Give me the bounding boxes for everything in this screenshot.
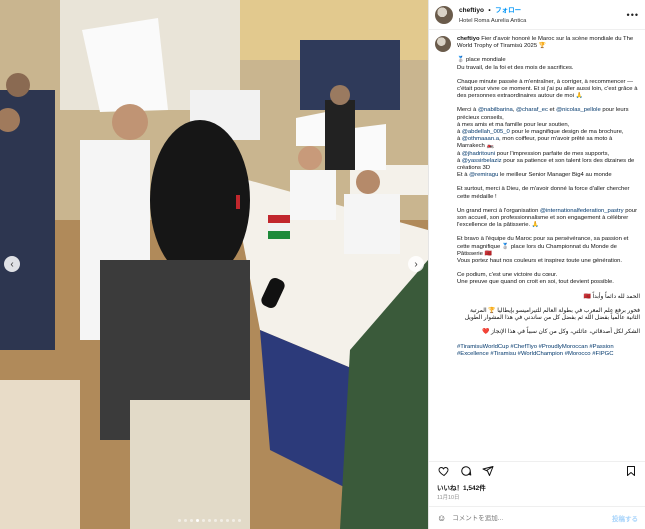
slide-dot (202, 519, 205, 522)
caption-team: Et bravo à l'équipe du Maroc pour sa per… (457, 236, 629, 257)
caption-arabic-1: الحمد لله دائماً وأبداً 🇲🇦 (583, 293, 640, 300)
slide-dot-active (196, 519, 199, 522)
share-button[interactable] (481, 464, 495, 478)
caption-username[interactable]: cheftiyo (457, 36, 480, 42)
save-button[interactable] (624, 464, 638, 478)
caption-victory: Une preuve que quand on croit en soi, to… (457, 279, 614, 286)
bookmark-icon (627, 465, 635, 476)
author-username[interactable]: cheftiyo (459, 7, 484, 14)
emoji-icon[interactable]: ☺ (437, 513, 446, 523)
chevron-left-icon: ‹ (10, 258, 14, 270)
post-header: cheftiyo • フォロー Hotel Roma Aurelia Antic… (429, 0, 645, 30)
mention-link[interactable]: @internationalfederation_pastry (540, 208, 624, 214)
more-options-button[interactable]: ••• (627, 10, 639, 20)
heart-icon (438, 466, 449, 476)
comment-bar: ☺ 投稿する (429, 506, 645, 529)
comment-button[interactable] (459, 464, 473, 478)
caption-word: à (457, 150, 461, 157)
mention-link[interactable]: @othmaaan.a (462, 136, 499, 142)
slide-dot (214, 519, 217, 522)
likes-count[interactable]: いいね！1,542件 (437, 482, 486, 492)
caption-word: et (549, 107, 555, 114)
like-button[interactable] (437, 464, 451, 478)
mention-link[interactable]: @jhadritouni (462, 151, 495, 157)
slide-indicator (178, 519, 241, 522)
post-date[interactable]: 11月10日 (437, 493, 459, 501)
separator-dot: • (488, 7, 491, 14)
caption-manager: le meilleur Senior Manager Big4 au monde (500, 172, 612, 179)
caption-training: Chaque minute passée à m'entraîner, à co… (457, 78, 638, 100)
post-media[interactable]: ‹ › (0, 0, 428, 529)
caption-arabic-2: فخور برفع علم المغرب في بطولة العالم للت… (464, 307, 640, 322)
mention-link[interactable]: @abdellah_005_0 (462, 129, 510, 135)
slide-dot (190, 519, 193, 522)
thanks-intro: Merci à (457, 107, 477, 114)
slide-dot (220, 519, 223, 522)
caption-print: pour l'impression parfaite de mes suppor… (496, 150, 610, 157)
follow-button[interactable]: フォロー (495, 7, 521, 14)
caption-medal: 🥈 place mondiale (457, 57, 506, 64)
caption-intro: Fier d'avoir honoré le Maroc sur la scèn… (457, 36, 634, 50)
caption-word: Et à (457, 172, 468, 179)
post-caption: cheftiyo Fier d'avoir honoré le Maroc su… (429, 36, 645, 456)
post-actions (429, 461, 645, 479)
caption-org-intro: Un grand merci à l'organisation (457, 207, 539, 214)
slide-dot (208, 519, 211, 522)
caption-word: à (457, 129, 461, 136)
caption-faith: Et surtout, merci à Dieu, de m'avoir don… (457, 186, 630, 200)
mention-link[interactable]: @yassirbelaziz (462, 158, 502, 164)
header-info: cheftiyo • フォロー Hotel Roma Aurelia Antic… (459, 3, 627, 26)
caption-work: Du travail, de la foi et des mois de sac… (457, 64, 574, 71)
mention-link[interactable]: @remiragu (469, 172, 498, 178)
avatar[interactable] (435, 5, 453, 24)
caption-word: à (457, 136, 461, 143)
send-icon (482, 465, 494, 476)
caption-word: à (457, 157, 461, 164)
mention-link[interactable]: @nabilbarina (478, 107, 513, 113)
slide-dot (178, 519, 181, 522)
caption-hashtags[interactable]: #TiramisuWorldCup #ChefTiyo #ProudlyMoro… (457, 344, 640, 358)
event-photo (0, 0, 428, 529)
next-slide-button[interactable]: › (408, 256, 424, 272)
caption-family: à mes amis et ma famille pour leur souti… (457, 121, 570, 128)
slide-dot (226, 519, 229, 522)
slide-dot (184, 519, 187, 522)
mention-link[interactable]: @nicolas_pellole (556, 107, 601, 113)
previous-slide-button[interactable]: ‹ (4, 256, 20, 272)
caption-arabic-3: الشكر لكل أصدقائي، عائلتي، وكل من كان سب… (482, 329, 640, 336)
caption-victory: Ce podium, c'est une victoire du cœur. (457, 272, 558, 279)
post-side-panel: cheftiyo • フォロー Hotel Roma Aurelia Antic… (428, 0, 645, 529)
chevron-right-icon: › (414, 258, 418, 270)
slide-dot (232, 519, 235, 522)
caption-colors: Vous portez haut nos couleurs et inspire… (457, 258, 623, 265)
caption-text: cheftiyo Fier d'avoir honoré le Maroc su… (457, 36, 640, 358)
post-location[interactable]: Hotel Roma Aurelia Antica (459, 16, 627, 26)
post-comment-button[interactable]: 投稿する (612, 513, 638, 523)
more-horizontal-icon: ••• (626, 9, 639, 20)
caption-avatar[interactable] (435, 36, 451, 52)
caption-brochure: pour le magnifique design de ma brochure… (511, 129, 624, 136)
comment-icon (461, 465, 472, 476)
mention-link[interactable]: @charaf_ec (516, 107, 548, 113)
slide-dot (238, 519, 241, 522)
comment-input[interactable] (452, 514, 612, 522)
